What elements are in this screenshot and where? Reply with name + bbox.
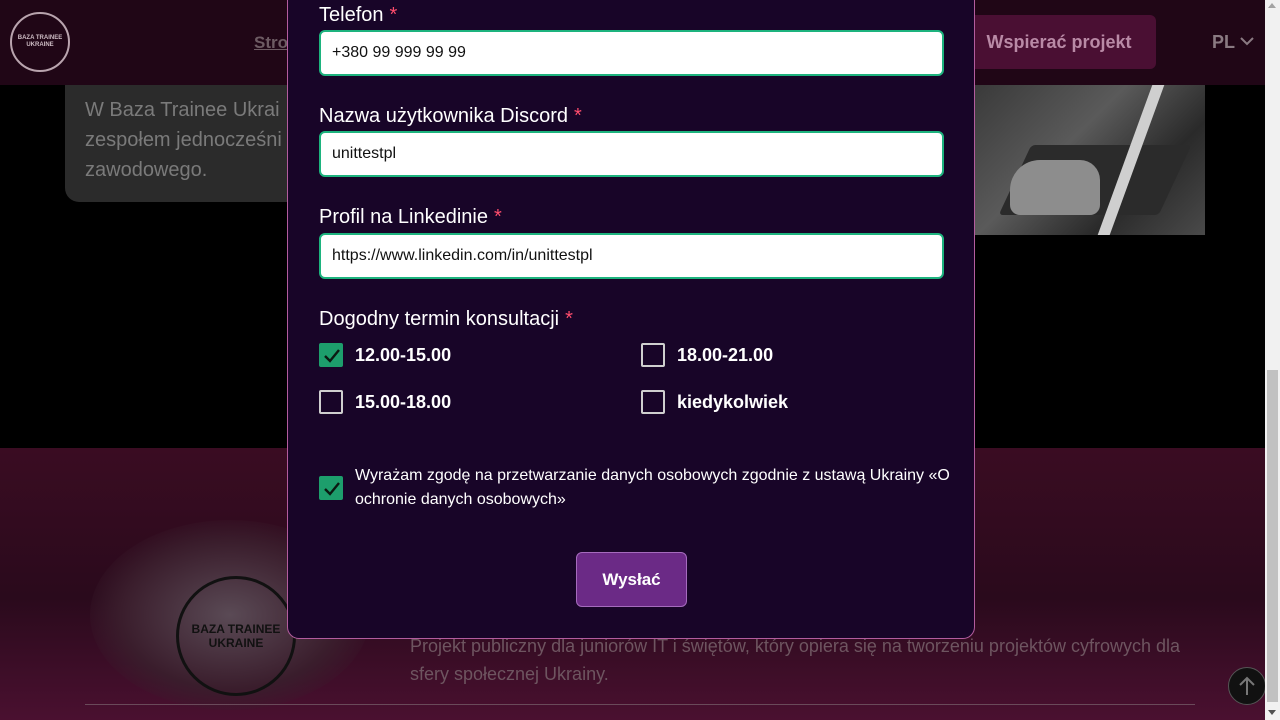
discord-input[interactable] [319, 131, 944, 177]
footer-divider [85, 704, 1195, 705]
checkbox-consent[interactable] [319, 476, 343, 500]
checkbox-time-12-15[interactable] [319, 343, 343, 367]
footer-logo: BAZA TRAINEE UKRAINE [176, 576, 296, 696]
required-mark: * [494, 206, 502, 228]
time-option-label[interactable]: 18.00-21.00 [677, 345, 773, 366]
phone-label-text: Telefon [319, 4, 384, 26]
discord-label: Nazwa użytkownika Discord * [319, 105, 582, 128]
hero-photo [975, 85, 1205, 235]
page: BAZA TRAINEE UKRAINE Stro Wspierać proje… [0, 0, 1265, 720]
chevron-down-icon[interactable] [1240, 34, 1254, 48]
phone-label: Telefon * [319, 4, 397, 27]
hand-image-part [1010, 160, 1100, 215]
time-option-label[interactable]: kiedykolwiek [677, 392, 788, 413]
checkbox-time-anytime[interactable] [641, 390, 665, 414]
required-mark: * [573, 105, 582, 127]
site-logo[interactable]: BAZA TRAINEE UKRAINE [10, 12, 70, 72]
footer-description: Projekt publiczny dla juniorów IT i świę… [410, 636, 1181, 684]
about-text: W Baza Trainee Ukrai zespołem jednocześn… [85, 99, 282, 181]
nav-link-home[interactable]: Stro [254, 33, 288, 53]
linkedin-input[interactable] [319, 233, 944, 279]
consent-text: Wyrażam zgodę na przetwarzanie danych os… [355, 467, 950, 508]
check-icon [324, 482, 340, 496]
linkedin-label-text: Profil na Linkedinie [319, 206, 488, 228]
time-label: Dogodny termin konsultacji * [319, 308, 573, 331]
required-mark: * [565, 308, 573, 330]
time-label-text: Dogodny termin konsultacji [319, 308, 560, 330]
linkedin-label: Profil na Linkedinie * [319, 206, 502, 229]
checkbox-time-18-21[interactable] [641, 343, 665, 367]
footer-logo-text: BAZA TRAINEE UKRAINE [191, 622, 281, 650]
support-project-button[interactable]: Wspierać projekt [962, 15, 1156, 69]
scroll-up-arrow-icon[interactable] [1268, 3, 1276, 8]
submit-button[interactable]: Wysłać [576, 552, 687, 607]
language-selector[interactable]: PL [1212, 32, 1235, 53]
checkbox-time-15-18[interactable] [319, 390, 343, 414]
check-icon [324, 349, 340, 363]
required-mark: * [389, 4, 398, 26]
scrollbar-thumb[interactable] [1267, 370, 1278, 702]
phone-input[interactable] [319, 30, 944, 76]
time-option-label[interactable]: 15.00-18.00 [355, 392, 451, 413]
time-option-label[interactable]: 12.00-15.00 [355, 345, 451, 366]
discord-label-text: Nazwa użytkownika Discord [319, 105, 568, 127]
arrow-up-icon [1239, 676, 1255, 695]
scroll-to-top-button[interactable] [1228, 667, 1265, 705]
scroll-down-arrow-icon[interactable] [1268, 710, 1276, 715]
logo-text: BAZA TRAINEE UKRAINE [17, 35, 63, 48]
